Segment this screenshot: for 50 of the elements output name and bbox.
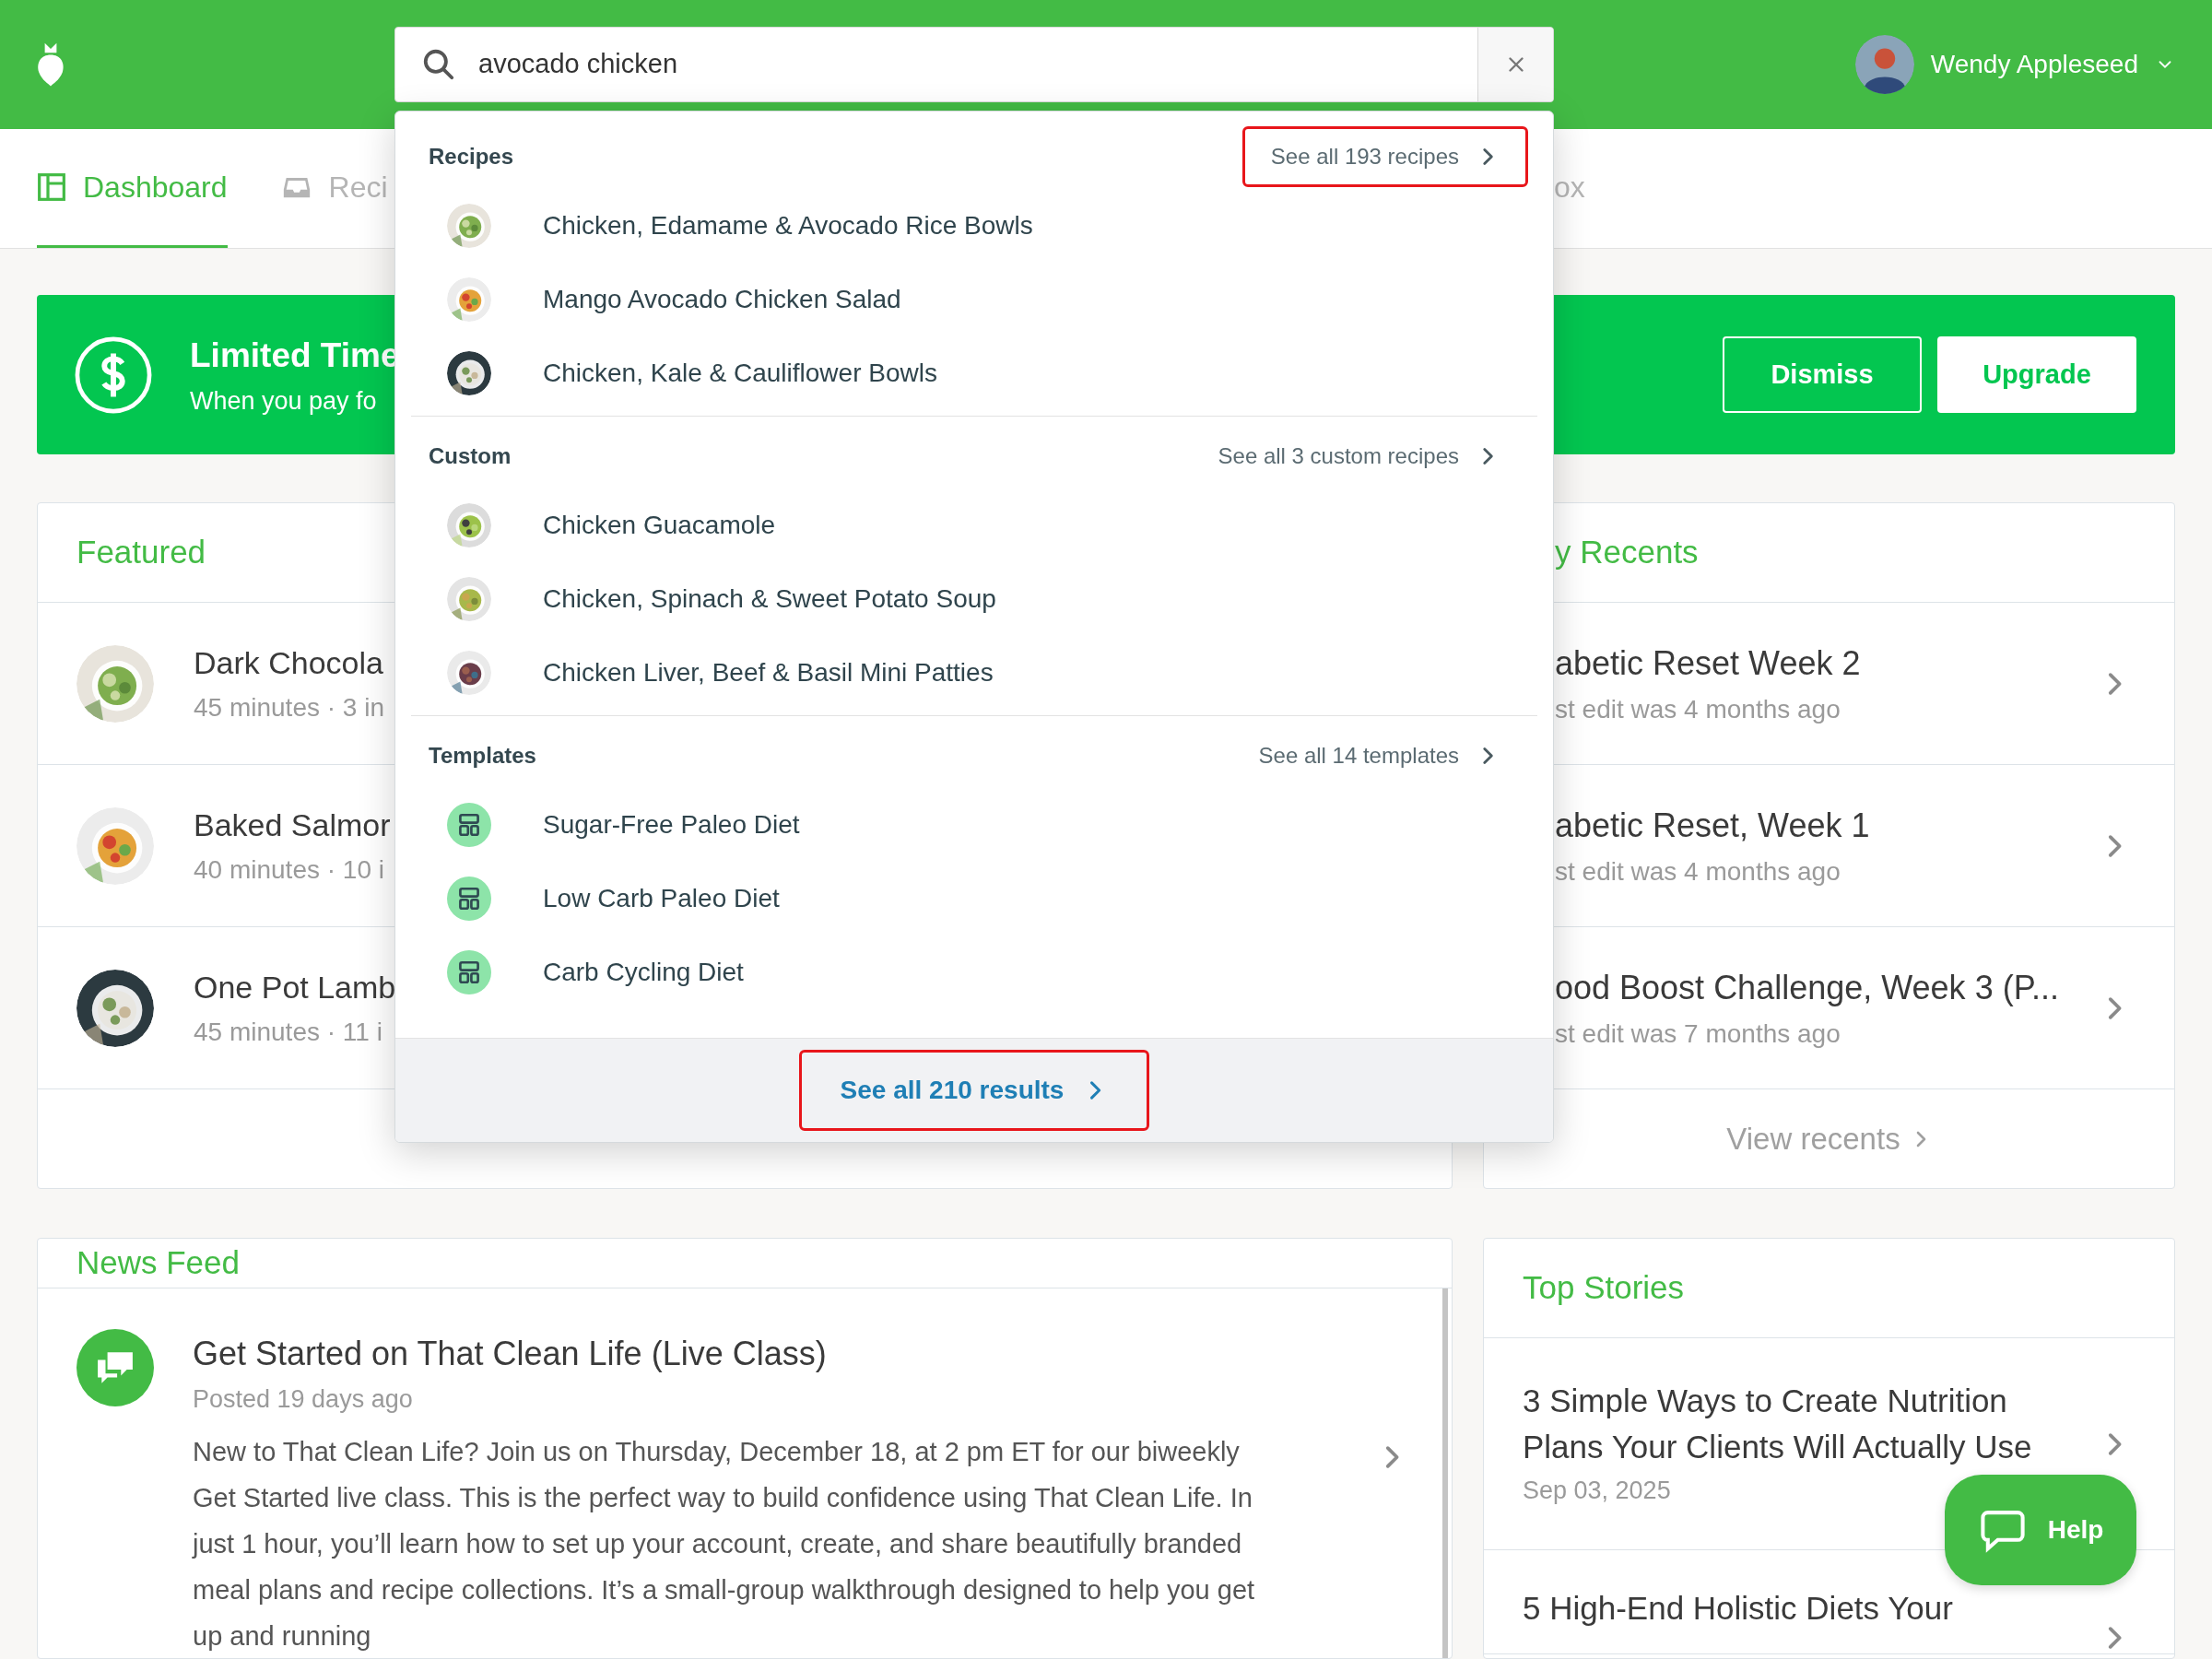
news-text: New to That Clean Life? Join us on Thursday, December 18, at 2 pm ET for our biweekly Get Started live class. This is the perfect way to build confidence using That Clean Life. In just 1 hour, you’ll learn how to set up your account, create, and share beautifully branded meal plans and recipe collections. It’s a small-group walkthrough designed to help you get up and running: [193, 1436, 1256, 1653]
see-all-results-link[interactable]: See all 210 results: [798, 1050, 1150, 1131]
recipe-meta: 45 minutes · 3 in: [194, 692, 384, 724]
recipe-title: One Pot Lamb: [194, 969, 396, 1006]
story-date: Sep 03, 2025: [1523, 1476, 1672, 1507]
banner-subtitle: When you pay fo: [190, 386, 378, 417]
banner-title: Limited Time: [190, 335, 400, 376]
result-item[interactable]: Chicken, Edamame & Avocado Rice Bowls: [411, 189, 1537, 263]
plan-title: ood Boost Challenge, Week 3 (P...: [1555, 967, 2060, 1008]
template-icon: [447, 803, 491, 847]
card-title: Top Stories: [1523, 1268, 1685, 1308]
recipe-row[interactable]: Baked Salmor 40 minutes · 10 i: [38, 765, 394, 926]
section-heading: Templates: [429, 742, 536, 770]
see-all-link[interactable]: See all 3 custom recipes: [1189, 426, 1528, 487]
chat-icon: [76, 1328, 154, 1406]
scrollbar[interactable]: [1442, 1288, 1448, 1658]
search-icon: [421, 47, 456, 82]
recipe-row[interactable]: Dark Chocola 45 minutes · 3 in: [38, 603, 394, 764]
recipe-meta: 40 minutes · 10 i: [194, 854, 385, 886]
template-icon: [447, 950, 491, 994]
card-title: y Recents: [1555, 533, 1699, 572]
news-title: Get Started on That Clean Life (Live Class): [193, 1333, 828, 1374]
result-item[interactable]: Chicken, Kale & Cauliflower Bowls: [411, 336, 1537, 410]
story-title: 5 High-End Holistic Diets Your: [1523, 1589, 1954, 1628]
result-item[interactable]: Chicken Guacamole: [411, 488, 1537, 562]
result-item[interactable]: Mango Avocado Chicken Salad: [411, 263, 1537, 336]
template-icon: [447, 877, 491, 921]
plan-title: abetic Reset, Week 1: [1555, 805, 1871, 846]
section-heading: Recipes: [429, 143, 514, 171]
plan-meta: st edit was 4 months ago: [1555, 693, 1841, 725]
news-date: Posted 19 days ago: [193, 1383, 414, 1415]
recipe-row[interactable]: One Pot Lamb 45 minutes · 11 i: [38, 927, 394, 1088]
avatar[interactable]: [1854, 35, 1914, 94]
plan-title: abetic Reset Week 2: [1555, 642, 1862, 684]
clear-button[interactable]: [1477, 28, 1553, 101]
recipe-title: Baked Salmor: [194, 806, 391, 844]
logo-icon[interactable]: [35, 41, 66, 88]
card-title: News Feed: [76, 1243, 241, 1282]
see-all-link[interactable]: See all 193 recipes: [1241, 126, 1528, 187]
dollar-icon: [74, 335, 153, 415]
card-title: Featured: [76, 533, 206, 572]
search-text: avocado chicken: [478, 48, 679, 81]
section-heading: Custom: [429, 442, 512, 470]
plan-meta: st edit was 4 months ago: [1555, 855, 1841, 888]
recipe-meta: 45 minutes · 11 i: [194, 1017, 383, 1048]
story-title: 3 Simple Ways to Create Nutrition Plans Your Clients Will Actually Use: [1523, 1382, 2033, 1467]
recipe-title: Dark Chocola: [194, 644, 384, 682]
search-field[interactable]: avocado chicken: [394, 27, 1554, 102]
plan-meta: st edit was 7 months ago: [1555, 1018, 1841, 1050]
dashboard-icon: [37, 172, 66, 202]
